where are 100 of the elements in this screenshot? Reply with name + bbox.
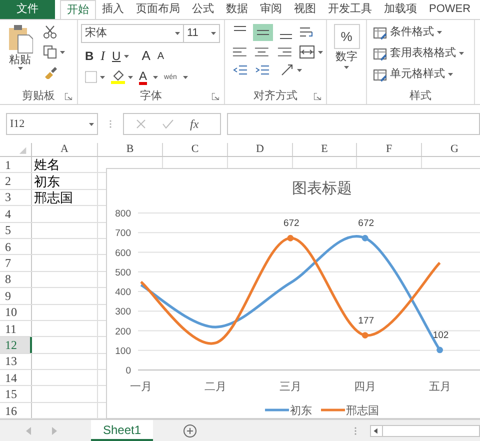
scissors-icon[interactable] (43, 25, 57, 39)
underline-button[interactable]: U (112, 47, 129, 65)
checkmark-icon[interactable] (162, 119, 174, 129)
italic-button[interactable]: I (100, 46, 106, 66)
data-point-marker (362, 234, 368, 242)
column-header[interactable]: B (98, 143, 163, 156)
caret-icon (175, 32, 180, 35)
fill-color-button[interactable] (111, 70, 133, 84)
axis-label: 0 (126, 366, 131, 376)
axis-label: 二月 (204, 381, 227, 393)
axis-label: 300 (115, 306, 131, 318)
font-size-field[interactable]: 11 (184, 24, 220, 43)
column-header[interactable]: G (422, 143, 480, 156)
row-header[interactable]: 15 (0, 386, 32, 402)
grip-icon (354, 426, 357, 436)
ribbon-tab[interactable]: POWER (423, 0, 477, 19)
paste-button[interactable]: 粘贴 (3, 24, 37, 88)
shrink-font-button[interactable]: A (157, 48, 164, 64)
ribbon-tab[interactable]: 公式 (186, 0, 220, 19)
align-middle-button[interactable] (253, 24, 273, 41)
ribbon-tab[interactable]: 视图 (288, 0, 322, 19)
horizontal-scrollbar[interactable] (370, 424, 480, 437)
caret-icon (318, 50, 323, 54)
brush-icon[interactable] (43, 65, 57, 79)
data-label: 672 (358, 218, 374, 230)
ribbon-tab[interactable]: 开发工具 (322, 0, 378, 19)
row-header[interactable]: 9 (0, 288, 32, 304)
group-label: 对齐方式 (254, 88, 298, 104)
row-header[interactable]: 6 (0, 238, 32, 254)
align-center-icon[interactable] (254, 45, 270, 59)
align-left-icon[interactable] (232, 45, 248, 59)
legend-entry: 邢志国 (321, 405, 379, 417)
number-format-button[interactable]: % 数字 (330, 24, 363, 88)
row-header[interactable]: 11 (0, 320, 32, 336)
data-label: 177 (358, 315, 374, 326)
ribbon-tab[interactable]: 开始 (60, 0, 96, 19)
axis-label: 五月 (428, 381, 451, 393)
style-menu-button[interactable]: 单元格样式 (373, 66, 464, 83)
column-header[interactable]: E (293, 143, 357, 156)
dialog-launcher-icon[interactable] (314, 93, 321, 100)
caret-icon (182, 76, 188, 78)
orientation-button[interactable] (280, 63, 302, 77)
data-point-marker (287, 234, 294, 242)
column-header[interactable]: A (32, 143, 98, 156)
row-header[interactable]: 12 (0, 337, 32, 353)
caret-icon (297, 68, 302, 72)
group-label: 剪贴板 (22, 88, 55, 104)
table-cell: 邢志国 (34, 190, 73, 204)
column-header[interactable]: D (228, 143, 293, 156)
table-style-icon (373, 46, 387, 60)
dialog-launcher-icon[interactable] (65, 93, 72, 100)
bold-button[interactable]: B (85, 47, 94, 65)
name-box[interactable]: I12 (6, 113, 98, 135)
row-header[interactable]: 10 (0, 304, 32, 320)
row-header[interactable]: 14 (0, 370, 32, 386)
row-header[interactable]: 7 (0, 255, 32, 271)
merge-button[interactable] (298, 45, 323, 59)
dialog-launcher-icon[interactable] (212, 93, 219, 100)
ribbon-tab[interactable]: 加载项 (378, 0, 423, 19)
column-header[interactable]: C (163, 143, 228, 156)
row-header[interactable]: 13 (0, 354, 32, 370)
row-header[interactable]: 8 (0, 272, 32, 288)
sheet-tab[interactable]: Sheet1 (91, 420, 153, 441)
file-tab[interactable]: 文件 (0, 0, 55, 19)
row-header[interactable]: 5 (0, 222, 32, 238)
data-point-marker (436, 346, 443, 354)
data-label: 672 (283, 218, 300, 230)
caret-icon (128, 76, 133, 78)
row-header[interactable]: 1 (0, 157, 32, 172)
insert-function-button[interactable]: fx (190, 115, 199, 133)
table-style-icon (373, 68, 387, 82)
font-name-field[interactable]: 宋体 (81, 24, 184, 43)
column-header[interactable]: F (357, 143, 422, 156)
caret-icon (448, 73, 453, 76)
borders-icon (85, 71, 97, 83)
caret-icon (100, 76, 105, 78)
formula-input-field[interactable] (227, 113, 480, 135)
style-menu-button[interactable]: 条件格式 (373, 24, 464, 41)
copy-button[interactable] (43, 45, 65, 59)
increase-indent-icon[interactable] (254, 63, 270, 77)
row-header[interactable]: 3 (0, 190, 32, 206)
grow-font-button[interactable]: A (142, 46, 150, 66)
ribbon-tab[interactable]: 审阅 (254, 0, 288, 19)
row-header[interactable]: 2 (0, 173, 32, 189)
borders-button[interactable] (85, 71, 105, 83)
axis-label: 600 (115, 248, 131, 259)
ribbon-tab[interactable]: 页面布局 (130, 0, 186, 19)
ribbon-tab[interactable]: 数据 (220, 0, 254, 19)
font-color-button[interactable]: A (139, 70, 148, 84)
paint-bucket-icon (111, 70, 125, 84)
align-icon (257, 30, 269, 35)
align-icon (280, 34, 292, 39)
add-sheet-icon[interactable] (183, 424, 197, 438)
ribbon-tab[interactable]: 插入 (96, 0, 130, 19)
row-header[interactable]: 16 (0, 402, 32, 418)
style-menu-button[interactable]: 套用表格格式 (373, 45, 464, 62)
align-right-icon[interactable] (276, 45, 292, 59)
decrease-indent-icon[interactable] (232, 63, 248, 77)
row-header[interactable]: 4 (0, 206, 32, 222)
caret-icon (18, 67, 22, 70)
